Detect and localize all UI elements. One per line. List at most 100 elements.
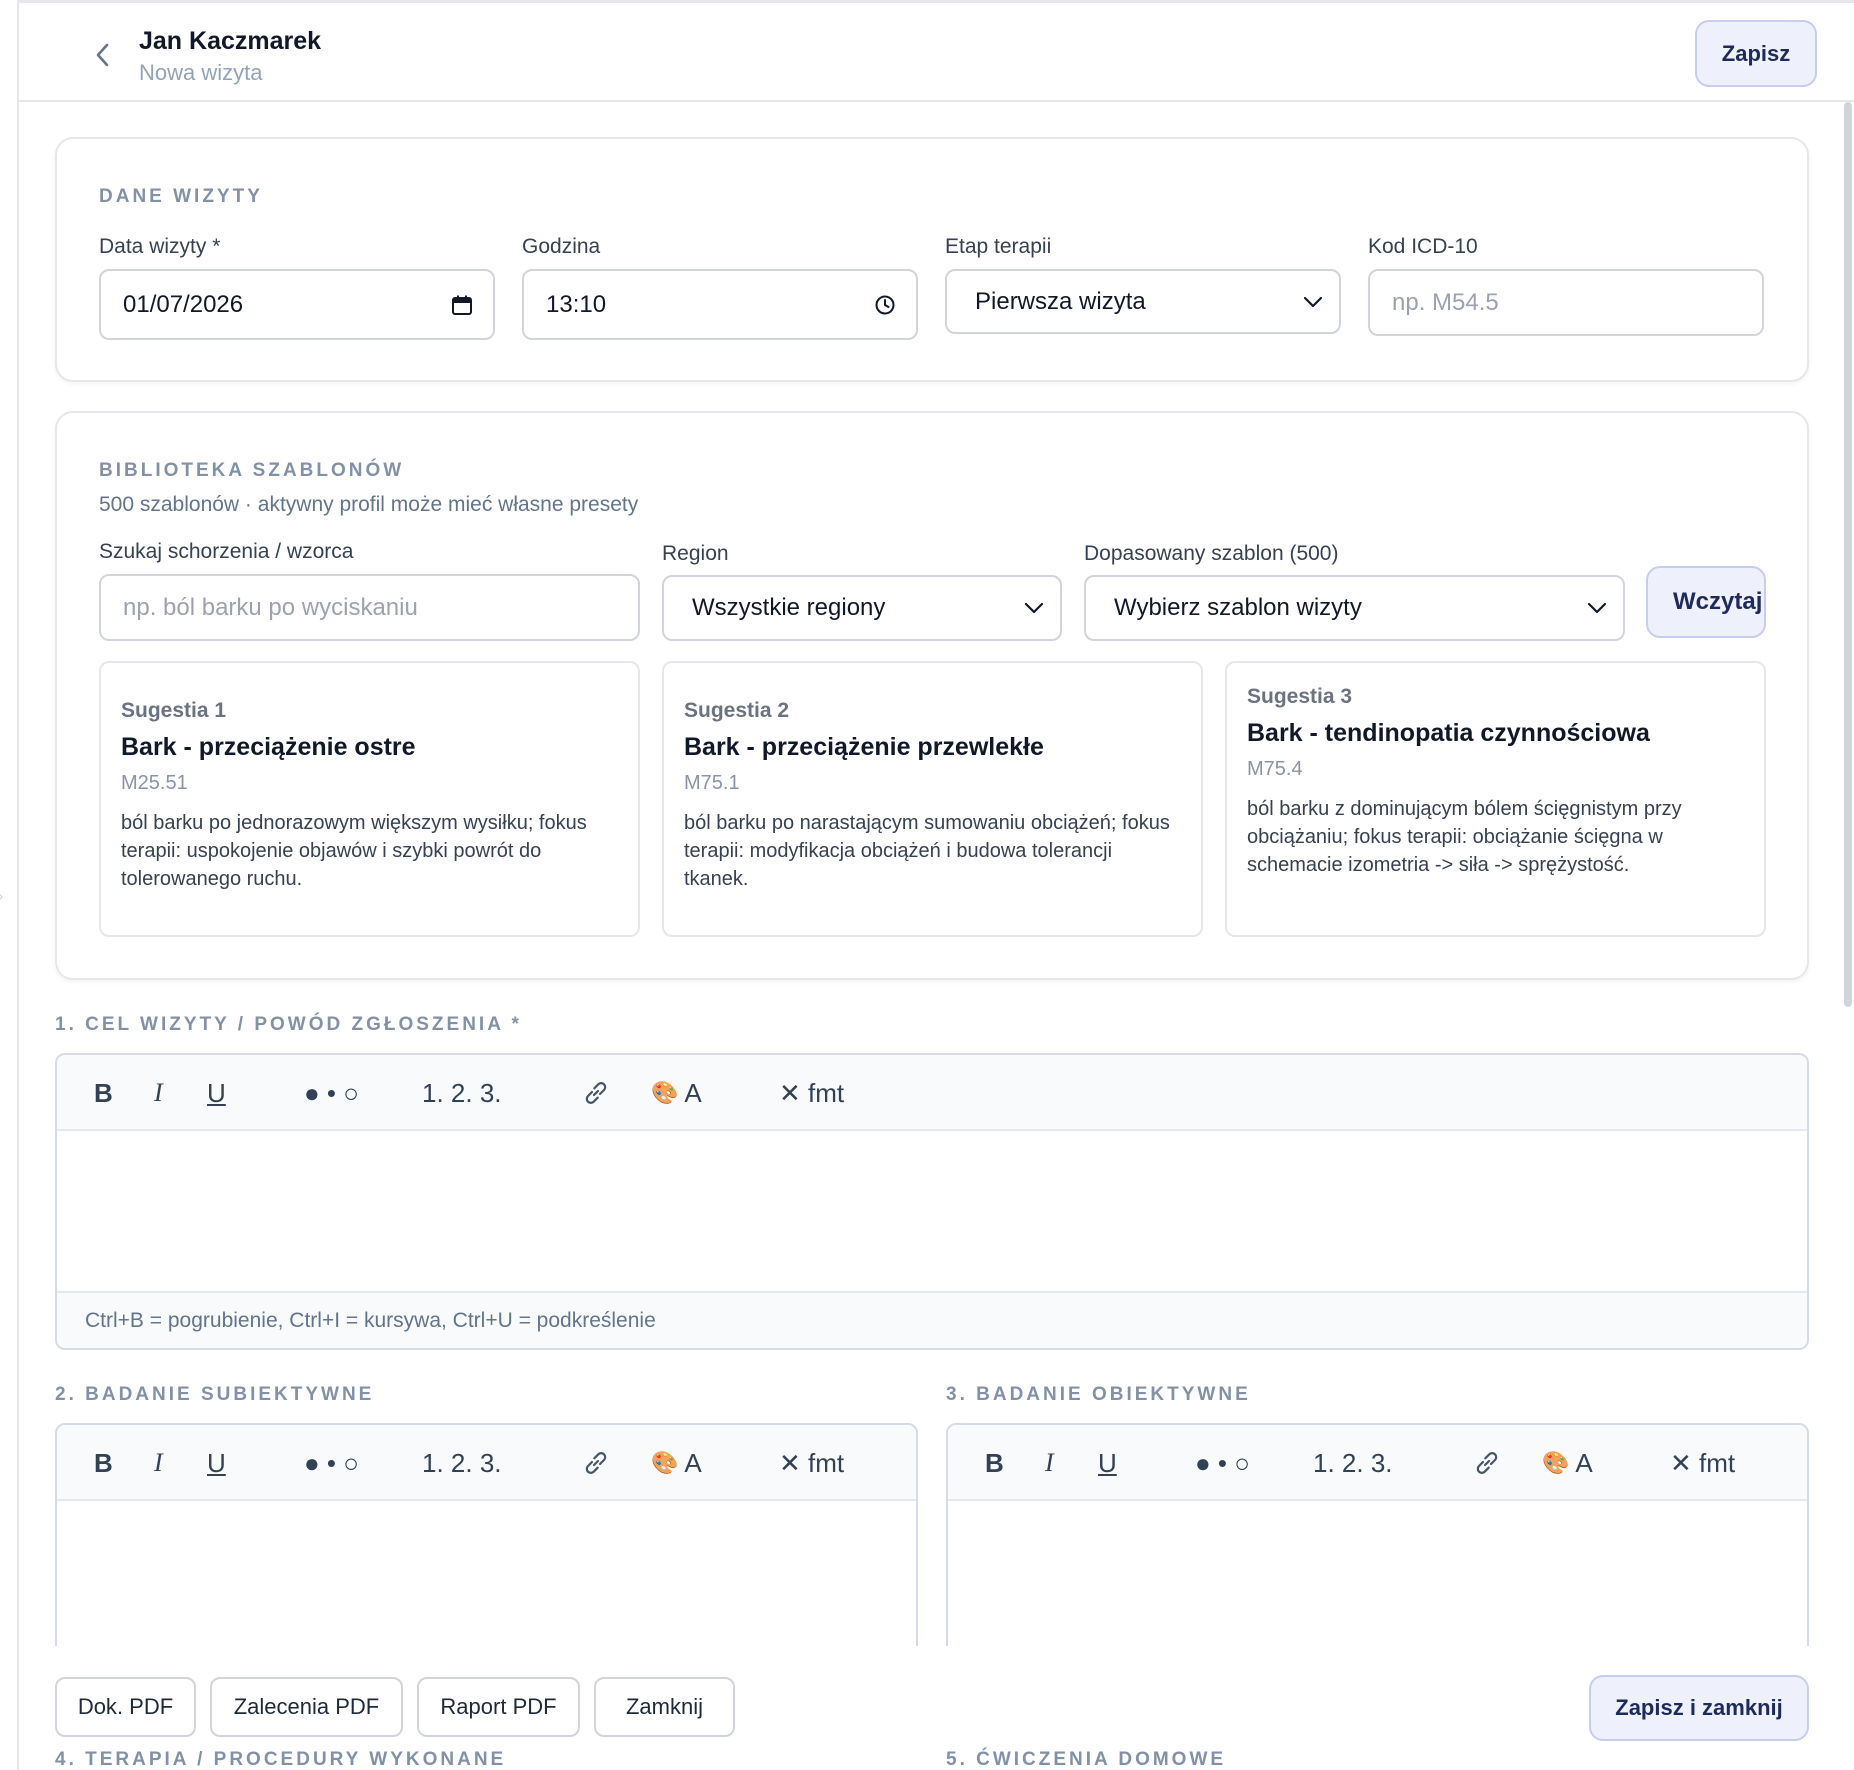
suggestion-card[interactable]: Sugestia 2 Bark - przeciążenie przewlekł…	[662, 661, 1203, 937]
chevron-down-icon	[1587, 602, 1607, 614]
date-input[interactable]: 01/07/2026	[99, 269, 495, 340]
underline-button[interactable]: U	[207, 1425, 226, 1501]
editor-toolbar: B I U ● • ○ 1. 2. 3. 🎨 A ✕ fmt	[57, 1055, 1807, 1131]
recommendations-pdf-button[interactable]: Zalecenia PDF	[210, 1677, 403, 1737]
suggestion-code: M75.4	[1247, 758, 1303, 780]
patient-name: Jan Kaczmarek	[139, 27, 322, 55]
suggestion-tag: Sugestia 2	[684, 699, 790, 722]
objective-editor: B I U ● • ○ 1. 2. 3. 🎨 A ✕ fmt	[946, 1423, 1809, 1663]
library-description: 500 szablonów · aktywny profil może mieć…	[99, 493, 639, 516]
time-label: Godzina	[522, 235, 601, 258]
icd-input[interactable]: np. M54.5	[1368, 269, 1764, 336]
italic-button[interactable]: I	[1045, 1425, 1054, 1501]
save-button[interactable]: Zapisz	[1695, 20, 1817, 87]
section-title-subjective: 2. BADANIE SUBIEKTYWNE	[55, 1384, 375, 1405]
bold-button[interactable]: B	[94, 1055, 113, 1131]
time-input[interactable]: 13:10	[522, 269, 918, 340]
suggestion-text: ból barku z dominującym bólem ścięgnisty…	[1247, 798, 1682, 876]
text-color-label: A	[684, 1447, 702, 1478]
numbered-list-button[interactable]: 1. 2. 3.	[422, 1425, 502, 1501]
suggestion-title: Bark - przeciążenie ostre	[121, 733, 416, 761]
section-title-visit: DANE WIZYTY	[99, 186, 263, 207]
section-title-objective: 3. BADANIE OBIEKTYWNE	[946, 1384, 1251, 1405]
bullet-list-button[interactable]: ● • ○	[1195, 1425, 1250, 1501]
bold-button[interactable]: B	[985, 1425, 1004, 1501]
italic-button[interactable]: I	[154, 1055, 163, 1131]
shortcut-hint: Ctrl+B = pogrubienie, Ctrl+I = kursywa, …	[57, 1291, 1807, 1348]
visit-data-card: DANE WIZYTY Data wizyty * 01/07/2026 God…	[55, 137, 1809, 382]
stage-value: Pierwsza wizyta	[975, 287, 1146, 315]
calendar-icon[interactable]	[451, 294, 473, 316]
template-label: Dopasowany szablon (500)	[1084, 542, 1339, 565]
suggestion-code: M25.51	[121, 772, 188, 794]
link-icon[interactable]	[1472, 1425, 1502, 1501]
save-and-close-button[interactable]: Zapisz i zamknij	[1589, 1675, 1809, 1741]
search-input[interactable]: np. ból barku po wyciskaniu	[99, 574, 640, 641]
scrollbar[interactable]	[1844, 102, 1852, 1007]
chevron-right-icon[interactable]: ›	[0, 888, 3, 906]
numbered-list-button[interactable]: 1. 2. 3.	[1313, 1425, 1393, 1501]
editor-toolbar: B I U ● • ○ 1. 2. 3. 🎨 A ✕ fmt	[948, 1425, 1807, 1501]
date-label: Data wizyty *	[99, 235, 221, 258]
link-icon[interactable]	[581, 1425, 611, 1501]
subjective-text-area[interactable]	[57, 1501, 916, 1661]
close-button[interactable]: Zamknij	[594, 1677, 735, 1737]
load-template-button[interactable]: Wczytaj	[1646, 566, 1766, 638]
search-label: Szukaj schorzenia / wzorca	[99, 540, 354, 563]
bullet-list-button[interactable]: ● • ○	[304, 1055, 359, 1131]
suggestion-code: M75.1	[684, 772, 740, 794]
underline-button[interactable]: U	[1098, 1425, 1117, 1501]
icd-label: Kod ICD-10	[1368, 235, 1478, 258]
italic-button[interactable]: I	[154, 1425, 163, 1501]
suggestion-tag: Sugestia 3	[1247, 685, 1353, 708]
stage-select[interactable]: Pierwsza wizyta	[945, 269, 1341, 334]
suggestion-title: Bark - przeciążenie przewlekłe	[684, 733, 1044, 761]
stage-label: Etap terapii	[945, 235, 1052, 258]
clear-format-button[interactable]: ✕ fmt	[779, 1055, 844, 1131]
icd-placeholder: np. M54.5	[1392, 288, 1499, 316]
doc-pdf-button[interactable]: Dok. PDF	[55, 1677, 196, 1737]
section-title-therapy: 4. TERAPIA / PROCEDURY WYKONANE	[55, 1749, 507, 1770]
clock-icon[interactable]	[874, 294, 896, 316]
palette-icon: 🎨	[651, 1080, 679, 1105]
search-placeholder: np. ból barku po wyciskaniu	[123, 593, 418, 621]
bold-button[interactable]: B	[94, 1425, 113, 1501]
numbered-list-button[interactable]: 1. 2. 3.	[422, 1055, 502, 1131]
template-select[interactable]: Wybierz szablon wizyty	[1084, 575, 1625, 641]
objective-text-area[interactable]	[948, 1501, 1807, 1661]
region-label: Region	[662, 542, 729, 565]
link-icon[interactable]	[581, 1055, 611, 1131]
header: Jan Kaczmarek Nowa wizyta Zapisz	[19, 3, 1854, 102]
time-value: 13:10	[546, 290, 607, 318]
bullet-list-button[interactable]: ● • ○	[304, 1425, 359, 1501]
clear-format-button[interactable]: ✕ fmt	[1670, 1425, 1735, 1501]
suggestion-card[interactable]: Sugestia 1 Bark - przeciążenie ostre M25…	[99, 661, 640, 937]
page-subtitle: Nowa wizyta	[139, 60, 263, 85]
text-color-label: A	[1575, 1447, 1593, 1478]
goal-editor: B I U ● • ○ 1. 2. 3. 🎨 A ✕ fmt Ctrl+B = p…	[55, 1053, 1809, 1350]
back-button[interactable]	[71, 33, 135, 77]
report-pdf-button[interactable]: Raport PDF	[417, 1677, 580, 1737]
text-color-button[interactable]: 🎨 A	[651, 1425, 702, 1501]
section-title-library: BIBLIOTEKA SZABLONÓW	[99, 460, 405, 481]
clear-format-button[interactable]: ✕ fmt	[779, 1425, 844, 1501]
subjective-editor: B I U ● • ○ 1. 2. 3. 🎨 A ✕ fmt	[55, 1423, 918, 1663]
text-color-label: A	[684, 1077, 702, 1108]
suggestion-title: Bark - tendinopatia czynnościowa	[1247, 719, 1650, 747]
text-color-button[interactable]: 🎨 A	[651, 1055, 702, 1131]
suggestion-card[interactable]: Sugestia 3 Bark - tendinopatia czynności…	[1225, 661, 1766, 937]
region-select[interactable]: Wszystkie regiony	[662, 575, 1062, 641]
chevron-down-icon	[1024, 602, 1044, 614]
underline-button[interactable]: U	[207, 1055, 226, 1131]
palette-icon: 🎨	[1542, 1450, 1570, 1475]
suggestion-tag: Sugestia 1	[121, 699, 227, 722]
chevron-down-icon	[1303, 296, 1323, 308]
text-color-button[interactable]: 🎨 A	[1542, 1425, 1593, 1501]
suggestion-text: ból barku po narastającym sumowaniu obci…	[684, 812, 1170, 890]
chevron-left-icon	[96, 43, 109, 67]
section-title-exercises: 5. ĆWICZENIA DOMOWE	[946, 1749, 1227, 1770]
left-rail: ›	[0, 0, 19, 1770]
date-value: 01/07/2026	[123, 290, 244, 318]
editor-toolbar: B I U ● • ○ 1. 2. 3. 🎨 A ✕ fmt	[57, 1425, 916, 1501]
template-value: Wybierz szablon wizyty	[1114, 594, 1362, 621]
